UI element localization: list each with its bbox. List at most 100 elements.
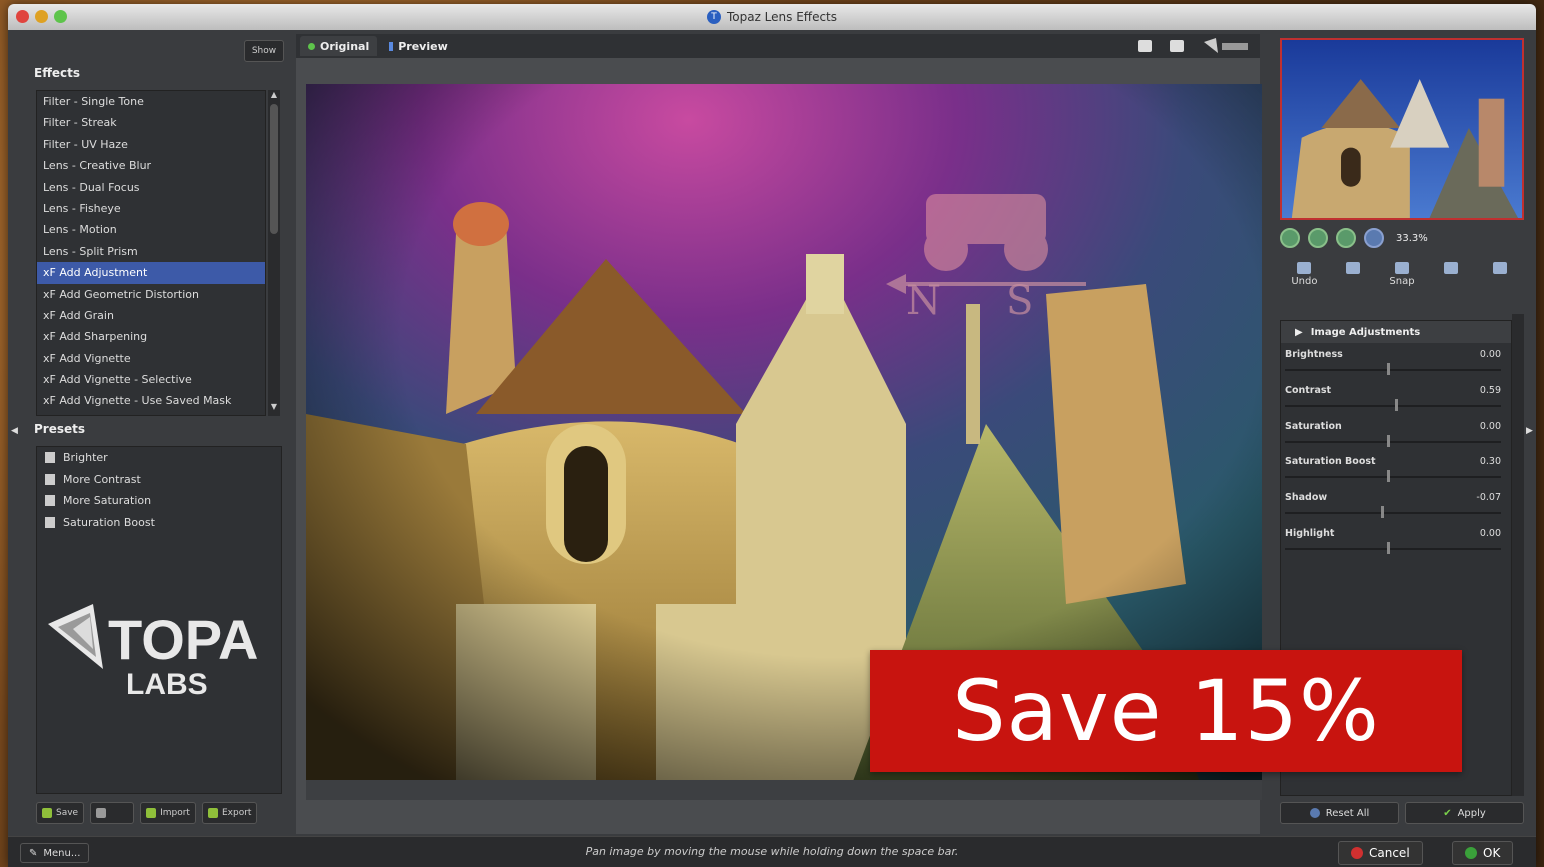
slider-value[interactable]: 0.00 <box>1480 528 1501 539</box>
slider-knob[interactable] <box>1387 434 1390 447</box>
slider-knob[interactable] <box>1380 506 1384 519</box>
zoom-out-icon[interactable] <box>1280 228 1300 248</box>
adjustments-header[interactable]: ▶ Image Adjustments <box>1281 321 1511 343</box>
left-panel: Show Effects Filter - Single Tone Filter … <box>28 34 286 834</box>
scrollbar-thumb[interactable] <box>270 104 278 234</box>
compare-button[interactable] <box>1428 262 1474 302</box>
slider-row: Shadow -0.07 <box>1281 486 1511 522</box>
slider-row: Brightness 0.00 <box>1281 343 1511 379</box>
slider-track[interactable] <box>1285 476 1501 479</box>
collapse-left-icon[interactable]: ◀ <box>11 426 18 436</box>
topaz-labs-logo: TOPAZ LABS <box>48 604 258 699</box>
slider-knob[interactable] <box>1387 363 1390 375</box>
preset-item[interactable]: More Contrast <box>37 469 281 491</box>
ok-icon <box>1465 847 1477 859</box>
redo-button[interactable] <box>1330 262 1376 302</box>
adjustments-scrollbar[interactable] <box>1512 314 1524 796</box>
effect-item[interactable]: Filter - UV Haze <box>37 134 265 155</box>
reset-all-button[interactable]: Reset All <box>1280 802 1399 824</box>
thumbnail-image <box>1282 40 1522 218</box>
show-button[interactable]: Show <box>244 40 284 62</box>
effects-scrollbar[interactable] <box>268 90 280 416</box>
slider-knob[interactable] <box>1387 470 1390 483</box>
slider-value[interactable]: 0.30 <box>1480 456 1501 467</box>
compare-icon <box>1443 262 1458 274</box>
effect-item[interactable]: Lens - Motion <box>37 219 265 240</box>
redo-icon <box>1346 262 1361 274</box>
preset-item[interactable]: More Saturation <box>37 490 281 512</box>
slider-value[interactable]: 0.00 <box>1480 421 1501 432</box>
preset-doc-icon <box>45 516 55 528</box>
effects-list: Filter - Single Tone Filter - Streak Filte… <box>36 90 266 416</box>
zoom-value: 33.3% <box>1396 232 1428 244</box>
slider-track[interactable] <box>1285 512 1501 515</box>
slider-track[interactable] <box>1285 440 1501 443</box>
effect-item[interactable]: Lens - Creative Blur <box>37 155 265 176</box>
tab-original[interactable]: Original <box>300 36 378 56</box>
effect-item[interactable]: xF Add Adjustment <box>37 262 265 284</box>
effect-item[interactable]: xF Add Sharpening <box>37 326 265 347</box>
slider-track[interactable] <box>1285 404 1501 407</box>
slider-knob[interactable] <box>1387 541 1390 554</box>
effect-item[interactable]: xF Add Vignette - Selective <box>37 369 265 390</box>
slider-label: Contrast <box>1285 384 1332 396</box>
slider-label: Highlight <box>1285 527 1335 539</box>
slider-track[interactable] <box>1285 369 1501 371</box>
navigator-thumbnail[interactable] <box>1280 38 1524 220</box>
cancel-button[interactable]: Cancel <box>1338 841 1423 865</box>
split-view-icon[interactable] <box>1170 40 1184 52</box>
preset-footer: Save Import Export <box>36 800 282 826</box>
preset-options-button[interactable] <box>90 802 135 824</box>
zoom-controls: 33.3% <box>1280 226 1428 250</box>
export-icon <box>207 808 218 818</box>
effect-item[interactable]: xF Add Geometric Distortion <box>37 284 265 305</box>
slider-track[interactable] <box>1285 547 1501 550</box>
scroll-down-icon[interactable]: ▼ <box>268 402 280 414</box>
import-button[interactable]: Import <box>140 802 196 824</box>
scroll-up-icon[interactable]: ▲ <box>268 90 280 102</box>
effect-item[interactable]: xF Add Vignette <box>37 348 265 369</box>
undo-button[interactable]: Undo <box>1281 262 1327 302</box>
zoom-actual-icon[interactable] <box>1364 228 1384 248</box>
single-view-icon[interactable] <box>1138 40 1152 52</box>
history-button[interactable] <box>1477 262 1523 302</box>
snap-button[interactable]: Snap <box>1379 262 1425 302</box>
zoom-in-icon[interactable] <box>1308 228 1328 248</box>
close-window-button[interactable] <box>16 10 29 23</box>
slider-value[interactable]: 0.59 <box>1480 385 1501 396</box>
apply-button[interactable]: ✔ Apply <box>1405 802 1524 824</box>
disclosure-triangle-icon: ▶ <box>1295 326 1303 338</box>
effect-item[interactable]: Lens - Dual Focus <box>37 177 265 198</box>
window-title: Topaz Lens Effects <box>726 10 838 24</box>
effects-label: Effects <box>34 66 81 80</box>
save-preset-button[interactable]: Save <box>36 802 85 824</box>
collapse-right-icon[interactable]: ▶ <box>1526 426 1533 436</box>
slider-value[interactable]: -0.07 <box>1476 492 1501 503</box>
effect-item[interactable]: Lens - Split Prism <box>37 241 265 262</box>
original-dot-icon <box>308 42 315 50</box>
effect-item[interactable]: Filter - Single Tone <box>37 91 265 112</box>
effect-item[interactable]: xF Add Vignette - Use Saved Mask <box>37 390 265 411</box>
preset-item[interactable]: Brighter <box>37 447 281 469</box>
slider-row: Saturation Boost 0.30 <box>1281 450 1511 486</box>
ok-button[interactable]: OK <box>1452 841 1514 865</box>
slider-knob[interactable] <box>1395 398 1399 411</box>
preset-doc-icon <box>45 473 55 485</box>
preset-item[interactable]: Saturation Boost <box>37 512 281 534</box>
view-tabs: Original Preview <box>296 34 1260 58</box>
tab-preview[interactable]: Preview <box>381 36 456 56</box>
export-button[interactable]: Export <box>201 802 258 824</box>
topaz-mini-logo-icon <box>1204 38 1248 53</box>
zoom-window-button[interactable] <box>54 10 67 23</box>
slider-value[interactable]: 0.00 <box>1480 349 1501 360</box>
effect-item[interactable]: Filter - Streak <box>37 112 265 133</box>
logo-text-top: TOPAZ <box>108 608 258 671</box>
canvas-horizontal-scrollbar[interactable] <box>306 780 1262 800</box>
effect-item[interactable]: Lens - Fisheye <box>37 198 265 219</box>
zoom-fit-icon[interactable] <box>1336 228 1356 248</box>
import-icon <box>146 808 157 818</box>
presets-label: Presets <box>34 422 86 436</box>
trash-icon <box>96 808 107 818</box>
effect-item[interactable]: xF Add Grain <box>37 305 265 326</box>
minimize-window-button[interactable] <box>35 10 48 23</box>
